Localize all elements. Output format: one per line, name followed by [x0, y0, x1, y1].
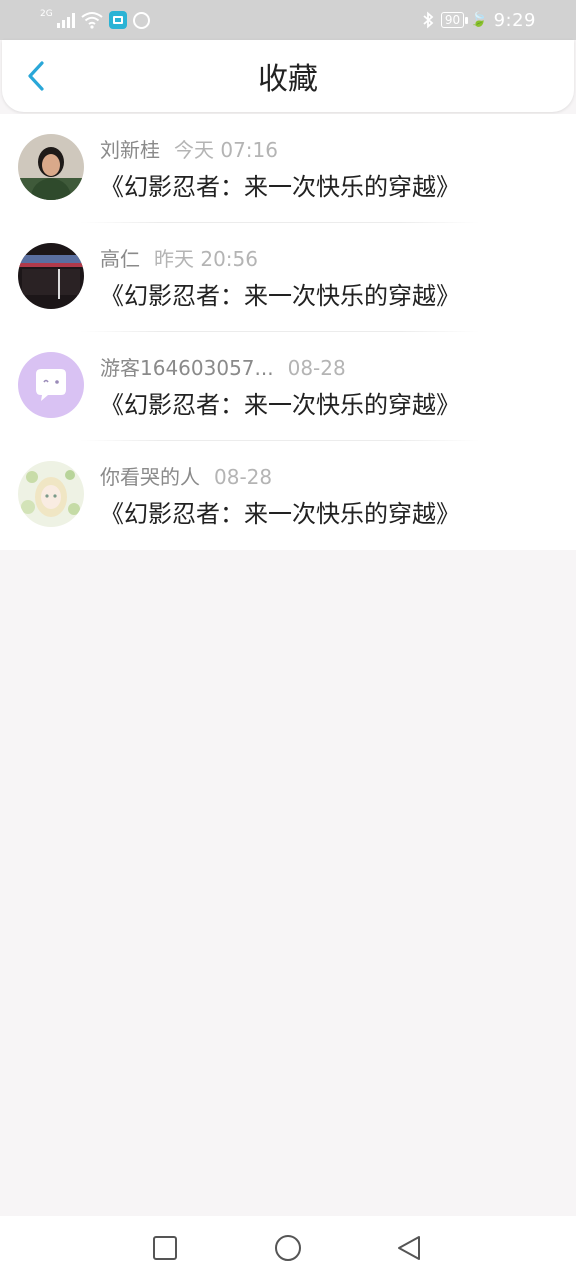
list-item[interactable]: 游客164603057... 08-28 《幻影忍者：来一次快乐的穿越》	[0, 332, 576, 441]
circle-icon	[275, 1235, 301, 1261]
list-item[interactable]: 刘新桂 今天 07:16 《幻影忍者：来一次快乐的穿越》	[0, 114, 576, 223]
avatar[interactable]	[18, 243, 84, 309]
home-button[interactable]	[272, 1232, 304, 1264]
book-app-notification-icon	[108, 11, 127, 29]
user-name: 游客164603057...	[100, 356, 274, 380]
book-title[interactable]: 《幻影忍者：来一次快乐的穿越》	[100, 498, 460, 530]
book-title[interactable]: 《幻影忍者：来一次快乐的穿越》	[100, 280, 460, 312]
user-name: 高仁	[100, 247, 140, 271]
header-bar: 收藏	[2, 40, 574, 112]
network-type-label: 2G	[40, 9, 53, 19]
recent-apps-button[interactable]	[149, 1232, 181, 1264]
avatar[interactable]	[18, 134, 84, 200]
item-meta: 高仁 昨天 20:56	[100, 246, 258, 272]
bluetooth-icon	[423, 11, 434, 29]
book-title[interactable]: 《幻影忍者：来一次快乐的穿越》	[100, 389, 460, 421]
status-time: 9:29	[493, 9, 536, 31]
user-name: 你看哭的人	[100, 465, 200, 489]
avatar[interactable]	[18, 461, 84, 527]
status-bar: 2G 90 🍃 9:29	[0, 0, 576, 40]
app-notification-icon	[132, 11, 150, 29]
status-icons-left: 2G	[40, 8, 150, 32]
wifi-icon	[81, 12, 103, 29]
triangle-back-icon	[398, 1236, 420, 1260]
page-title: 收藏	[258, 62, 318, 97]
item-meta: 游客164603057... 08-28	[100, 355, 346, 381]
book-title[interactable]: 《幻影忍者：来一次快乐的穿越》	[100, 171, 460, 203]
user-name: 刘新桂	[100, 138, 160, 162]
timestamp: 08-28	[214, 465, 273, 489]
navigation-bar	[0, 1216, 576, 1280]
battery-icon: 90	[440, 12, 469, 28]
power-saving-icon: 🍃	[470, 12, 488, 28]
signal-icon	[56, 12, 75, 28]
avatar[interactable]	[18, 352, 84, 418]
timestamp: 08-28	[287, 356, 346, 380]
status-icons-right: 90 🍃 9:29	[421, 8, 536, 32]
list-item[interactable]: 你看哭的人 08-28 《幻影忍者：来一次快乐的穿越》	[0, 441, 576, 550]
item-meta: 你看哭的人 08-28	[100, 464, 272, 490]
timestamp: 今天 07:16	[174, 138, 278, 162]
favorites-list: 刘新桂 今天 07:16 《幻影忍者：来一次快乐的穿越》 高仁 昨天 20:56 《…	[0, 114, 576, 550]
list-item[interactable]: 高仁 昨天 20:56 《幻影忍者：来一次快乐的穿越》	[0, 223, 576, 332]
back-nav-button[interactable]	[393, 1232, 425, 1264]
item-meta: 刘新桂 今天 07:16	[100, 137, 278, 163]
square-icon	[153, 1236, 177, 1260]
timestamp: 昨天 20:56	[154, 247, 258, 271]
